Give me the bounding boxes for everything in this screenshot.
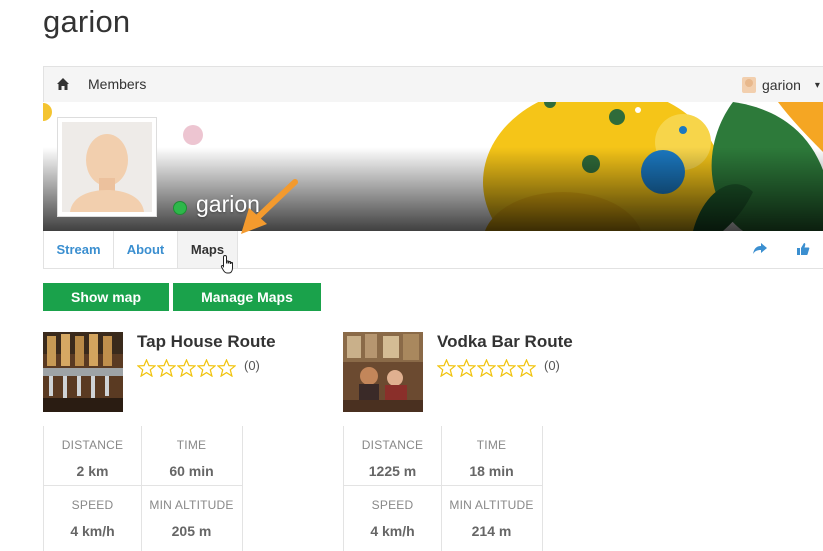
user-avatar bbox=[742, 77, 756, 93]
thumbs-up-icon[interactable] bbox=[796, 242, 810, 256]
stat-value: 1225 m bbox=[368, 463, 417, 479]
page-title: garion bbox=[43, 4, 131, 39]
stat-distance: DISTANCE 1225 m bbox=[343, 426, 442, 486]
map-title[interactable]: Vodka Bar Route bbox=[437, 332, 573, 352]
profile-tabs: Stream About Maps bbox=[43, 231, 823, 269]
star-icon[interactable] bbox=[137, 359, 156, 377]
stat-label: MIN ALTITUDE bbox=[449, 498, 534, 512]
stat-value: 60 min bbox=[169, 463, 214, 479]
share-icon[interactable] bbox=[752, 242, 768, 256]
online-status-indicator bbox=[173, 201, 187, 215]
map-thumbnail[interactable] bbox=[343, 332, 423, 412]
stat-time: TIME 60 min bbox=[142, 426, 241, 486]
stat-distance: DISTANCE 2 km bbox=[43, 426, 142, 486]
stat-min-altitude: MIN ALTITUDE 214 m bbox=[442, 486, 541, 546]
stat-label: TIME bbox=[176, 438, 207, 452]
user-menu-name: garion bbox=[762, 77, 801, 93]
home-icon[interactable] bbox=[56, 77, 70, 91]
tab-about[interactable]: About bbox=[114, 231, 178, 268]
rating-count: (0) bbox=[244, 358, 260, 373]
star-rating[interactable] bbox=[437, 359, 536, 377]
stat-label: DISTANCE bbox=[361, 438, 424, 452]
show-map-button[interactable]: Show map bbox=[43, 283, 169, 311]
cover-image bbox=[43, 102, 823, 231]
stat-label: TIME bbox=[476, 438, 507, 452]
tab-stream[interactable]: Stream bbox=[44, 231, 114, 268]
profile-navbar: Members garion ▾ bbox=[43, 66, 823, 102]
star-icon[interactable] bbox=[197, 359, 216, 377]
avatar-placeholder bbox=[62, 122, 152, 212]
map-title[interactable]: Tap House Route bbox=[137, 332, 276, 352]
stat-min-altitude: MIN ALTITUDE 205 m bbox=[142, 486, 241, 546]
star-icon[interactable] bbox=[517, 359, 536, 377]
stat-value: 4 km/h bbox=[370, 523, 415, 539]
star-icon[interactable] bbox=[177, 359, 196, 377]
stat-label: SPEED bbox=[71, 498, 114, 512]
members-link[interactable]: Members bbox=[88, 76, 146, 92]
stat-time: TIME 18 min bbox=[442, 426, 541, 486]
rating-count: (0) bbox=[544, 358, 560, 373]
stat-value: 2 km bbox=[76, 463, 109, 479]
star-icon[interactable] bbox=[477, 359, 496, 377]
map-thumbnail[interactable] bbox=[43, 332, 123, 412]
star-icon[interactable] bbox=[457, 359, 476, 377]
stat-label: SPEED bbox=[371, 498, 414, 512]
stat-speed: SPEED 4 km/h bbox=[343, 486, 442, 546]
chevron-down-icon: ▾ bbox=[814, 79, 820, 91]
stat-value: 214 m bbox=[471, 523, 512, 539]
stat-label: DISTANCE bbox=[61, 438, 124, 452]
star-icon[interactable] bbox=[497, 359, 516, 377]
manage-maps-button[interactable]: Manage Maps bbox=[173, 283, 321, 311]
star-icon[interactable] bbox=[217, 359, 236, 377]
stat-value: 4 km/h bbox=[70, 523, 115, 539]
star-icon[interactable] bbox=[157, 359, 176, 377]
star-rating[interactable] bbox=[137, 359, 236, 377]
stat-label: MIN ALTITUDE bbox=[149, 498, 234, 512]
arrow-annotation-icon bbox=[241, 179, 298, 234]
star-icon[interactable] bbox=[437, 359, 456, 377]
stat-value: 205 m bbox=[171, 523, 212, 539]
hand-pointer-icon bbox=[220, 254, 233, 274]
user-menu[interactable]: garion ▾ bbox=[742, 75, 820, 95]
stat-value: 18 min bbox=[469, 463, 514, 479]
stat-speed: SPEED 4 km/h bbox=[43, 486, 142, 546]
profile-avatar[interactable] bbox=[57, 117, 157, 217]
